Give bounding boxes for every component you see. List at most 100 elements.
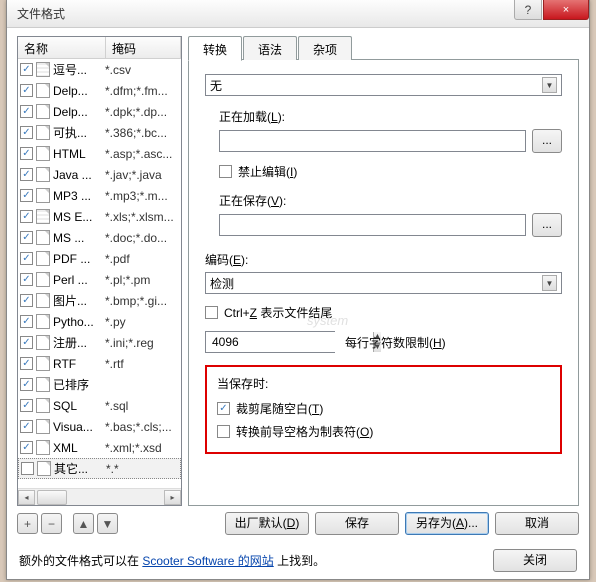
page-icon [36,272,50,287]
checkbox-icon[interactable]: ✓ [20,399,33,412]
close-button[interactable]: × [543,0,589,20]
checkbox-icon[interactable]: ✓ [20,294,33,307]
item-mask: *.dpk;*.dp... [105,105,181,119]
item-name: 可执... [53,124,105,141]
item-name: MS E... [53,210,105,224]
list-item[interactable]: ✓注册...*.ini;*.reg [18,332,181,353]
checkbox-icon[interactable]: ✓ [20,168,33,181]
col-mask[interactable]: 掩码 [106,37,181,58]
grid-icon [36,62,50,77]
checkbox-icon[interactable]: ✓ [20,273,33,286]
page-icon [36,251,50,266]
onsave-group: 当保存时: ✓ 裁剪尾随空白(T) 转换前导空格为制表符(O) [205,365,562,454]
checkbox-icon[interactable]: ✓ [20,189,33,202]
page-icon [36,440,50,455]
list-item[interactable]: ✓ Pytho...*.py [18,311,181,332]
item-name: Visua... [53,420,105,434]
page-icon [36,419,50,434]
tab-syntax[interactable]: 语法 [243,36,297,60]
save-button[interactable]: 保存 [315,512,399,535]
list-item[interactable]: ✓RTF*.rtf [18,353,181,374]
checkbox-icon[interactable]: ✓ [20,84,33,97]
add-button[interactable]: + [17,513,38,534]
list-item[interactable]: ✓MS E...*.xls;*.xlsm... [18,206,181,227]
loading-browse-button[interactable]: ... [532,129,562,153]
hscrollbar[interactable]: ◂ ▸ [18,488,181,505]
page-icon [36,104,50,119]
checkbox-icon[interactable]: ✓ [20,210,33,223]
checkbox-icon[interactable]: ✓ [20,105,33,118]
list-item[interactable]: ✓XML*.xml;*.xsd [18,437,181,458]
chevron-down-icon: ▼ [542,77,557,93]
list-item[interactable]: ✓Delp...*.dfm;*.fm... [18,80,181,101]
checkbox-icon[interactable]: ✓ [20,378,33,391]
help-button[interactable]: ? [514,0,542,20]
checkbox-icon[interactable]: ✓ [20,336,33,349]
item-name: SQL [53,399,105,413]
list-item[interactable]: ✓PDF ...*.pdf [18,248,181,269]
checkbox-icon[interactable] [21,462,34,475]
checkbox-icon[interactable]: ✓ [20,420,33,433]
ctrlz-checkbox[interactable]: Ctrl+Z 表示文件结尾 [205,304,562,321]
page-icon [36,356,50,371]
page-icon [36,146,50,161]
checkbox-icon[interactable]: ✓ [20,63,33,76]
checkbox-icon[interactable]: ✓ [20,231,33,244]
tabs-checkbox[interactable]: 转换前导空格为制表符(O) [217,423,550,440]
item-name: MS ... [53,231,105,245]
checkbox-icon[interactable]: ✓ [20,147,33,160]
checkbox-icon[interactable]: ✓ [20,315,33,328]
scroll-right-icon[interactable]: ▸ [164,490,181,505]
list-item[interactable]: ✓ MS ...*.doc;*.do... [18,227,181,248]
col-name[interactable]: 名称 [18,37,106,58]
item-name: XML [53,441,105,455]
window-title: 文件格式 [17,5,65,22]
list-item[interactable]: ✓已排序 [18,374,181,395]
saveas-button[interactable]: 另存为(A)... [405,512,489,535]
list-item[interactable]: ✓图片...*.bmp;*.gi... [18,290,181,311]
scroll-left-icon[interactable]: ◂ [18,490,35,505]
list-item[interactable]: ✓逗号...*.csv [18,59,181,80]
titlebar: 文件格式 ? × [7,0,589,28]
list-body[interactable]: ✓逗号...*.csv✓Delp...*.dfm;*.fm...✓Delp...… [18,59,181,488]
list-item[interactable]: ✓HTML*.asp;*.asc... [18,143,181,164]
loading-input[interactable] [219,130,526,152]
cancel-button[interactable]: 取消 [495,512,579,535]
factory-defaults-button[interactable]: 出厂默认(D) [225,512,309,535]
scooter-link[interactable]: Scooter Software 的网站 [142,554,273,568]
saving-browse-button[interactable]: ... [532,213,562,237]
convert-mode-combo[interactable]: 无 ▼ [205,74,562,96]
list-item[interactable]: ✓Visua...*.bas;*.cls;... [18,416,181,437]
item-name: 注册... [53,334,105,351]
item-mask: *.csv [105,63,181,77]
tab-convert[interactable]: 转换 [188,36,242,61]
encoding-combo[interactable]: 检测 ▼ [205,272,562,294]
move-up-button[interactable]: ▲ [73,513,94,534]
encoding-section: 编码(E): 检测 ▼ system [205,251,562,294]
checkbox-icon[interactable]: ✓ [20,126,33,139]
move-down-button[interactable]: ▼ [97,513,118,534]
list-item[interactable]: ✓MP3 ...*.mp3;*.m... [18,185,181,206]
list-item[interactable]: ✓可执...*.386;*.bc... [18,122,181,143]
list-item[interactable]: ✓Delp...*.dpk;*.dp... [18,101,181,122]
close-dialog-button[interactable]: 关闭 [493,549,577,572]
list-item[interactable]: ✓Perl ...*.pl;*.pm [18,269,181,290]
checkbox-icon[interactable]: ✓ [20,441,33,454]
list-item[interactable]: ✓Java ...*.jav;*.java [18,164,181,185]
checkbox-icon[interactable]: ✓ [20,252,33,265]
char-limit-spinner[interactable]: ▲▼ [205,331,335,353]
disable-edit-checkbox[interactable]: 禁止编辑(I) [219,163,562,180]
remove-button[interactable]: − [41,513,62,534]
item-mask: *.py [105,315,181,329]
item-name: Pytho... [53,315,105,329]
checkbox-icon[interactable]: ✓ [20,357,33,370]
list-item[interactable]: ✓SQL*.sql [18,395,181,416]
tab-misc[interactable]: 杂项 [298,36,352,60]
saving-input[interactable] [219,214,526,236]
item-mask: *.mp3;*.m... [105,189,181,203]
char-limit-row: ▲▼ 每行字符数限制(H) [205,331,562,353]
trim-checkbox[interactable]: ✓ 裁剪尾随空白(T) [217,400,550,417]
scroll-thumb[interactable] [37,490,67,505]
list-item[interactable]: 其它...*.* [18,458,181,479]
item-mask: *.doc;*.do... [105,231,181,245]
